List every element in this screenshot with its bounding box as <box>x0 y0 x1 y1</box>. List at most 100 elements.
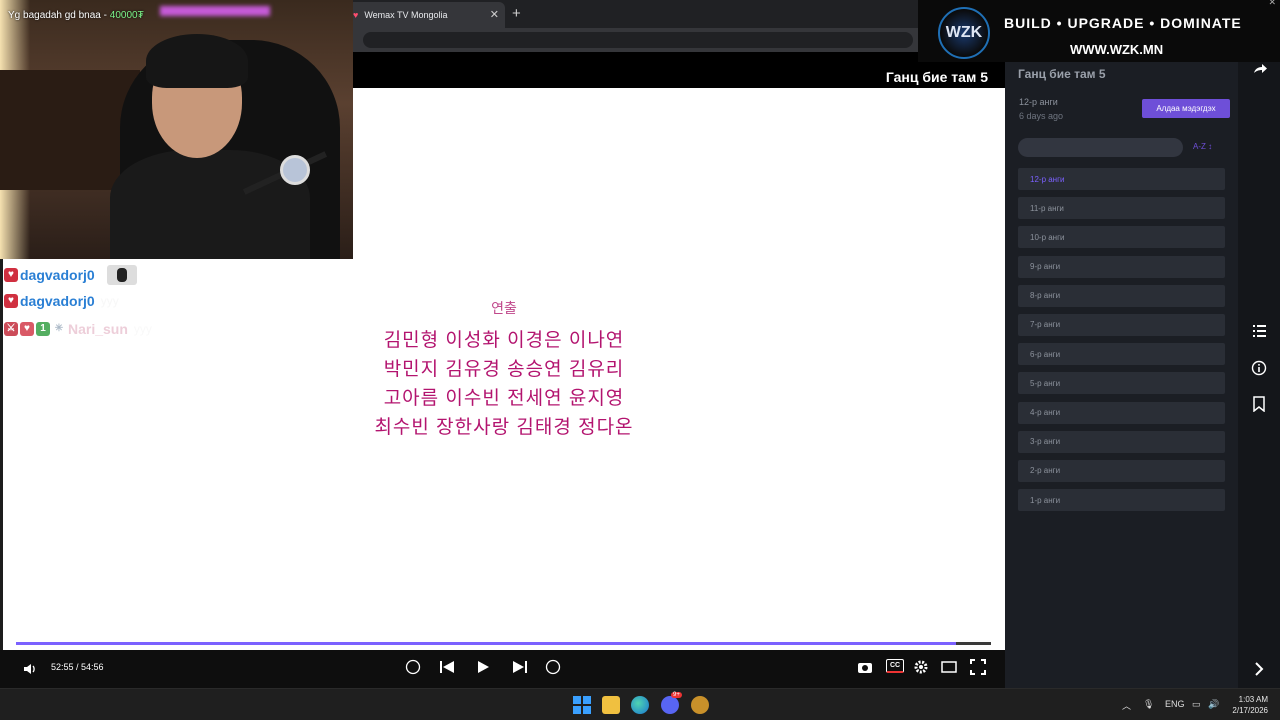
volume-icon[interactable] <box>22 661 38 677</box>
episode-item[interactable]: 8-р анги <box>1018 284 1225 307</box>
first-badge-icon: 1 <box>36 322 50 336</box>
edge-browser-icon[interactable] <box>631 696 649 714</box>
skip-back-10-icon[interactable] <box>405 659 421 675</box>
episode-item[interactable]: 7-р анги <box>1018 313 1225 336</box>
episode-item[interactable]: 2-р анги <box>1018 459 1225 482</box>
discord-icon[interactable]: 9+ <box>661 692 682 714</box>
posted-time: 6 days ago <box>1019 111 1064 121</box>
file-explorer-icon[interactable] <box>602 696 620 714</box>
chat-sticker <box>106 265 137 285</box>
webcam-microphone <box>280 155 310 185</box>
clock-time: 1:03 AM <box>1238 695 1268 704</box>
chat-text: yyy <box>100 294 119 308</box>
microphone-icon[interactable]: 🎙 <box>1143 699 1154 710</box>
banner-website: WWW.WZK.MN <box>1070 42 1164 57</box>
donation-amount: 40000₮ <box>109 10 144 21</box>
end-credits: 연출 김민형 이성화 이경은 이나연 박민지 김유경 송승연 김유리 고아름 이… <box>3 298 1005 442</box>
sponsor-banner: WZK BUILD • UPGRADE • DOMINATE WWW.WZK.M… <box>918 0 1280 62</box>
browser-tab[interactable]: ♥ Wemax TV Mongolia ✕ <box>345 2 505 28</box>
chat-message: ♥ dagvadorj0 yyy <box>4 293 119 309</box>
theater-mode-icon[interactable] <box>941 660 957 674</box>
new-tab-button[interactable]: + <box>512 5 521 22</box>
credits-line: 고아름 이수빈 전세연 윤지영 <box>383 388 625 409</box>
speaker-icon[interactable]: 🔊 <box>1208 699 1219 710</box>
chat-username: Nari_sun <box>68 321 128 337</box>
network-icon[interactable]: ▭ <box>1192 699 1201 710</box>
time-display: 52:55 / 54:56 <box>51 662 104 672</box>
chat-username: dagvadorj0 <box>20 293 95 309</box>
webcam-shelf <box>0 70 140 190</box>
windows-start-icon[interactable] <box>573 696 591 714</box>
info-icon[interactable] <box>1238 360 1280 376</box>
discord-badge: 9+ <box>671 692 682 698</box>
episode-search-input[interactable] <box>1018 138 1183 157</box>
chat-username: dagvadorj0 <box>20 267 95 283</box>
credits-line: 최수빈 장한사랑 김태경 정다온 <box>374 417 634 438</box>
episode-sidebar: Ганц бие там 5 12-р анги 6 days ago Алда… <box>1005 52 1238 688</box>
language-indicator[interactable]: ENG <box>1165 699 1185 709</box>
tab-favicon-icon: ♥ <box>353 10 359 20</box>
chevron-right-icon[interactable] <box>1238 662 1280 676</box>
current-episode-label: 12-р анги <box>1019 97 1058 107</box>
report-error-button[interactable]: Алдаа мэдэгдэх <box>1142 99 1230 118</box>
episode-item[interactable]: 4-р анги <box>1018 401 1225 424</box>
heart-badge-icon: ♥ <box>4 268 18 282</box>
skip-forward-10-icon[interactable] <box>545 659 561 675</box>
episode-item[interactable]: 9-р анги <box>1018 255 1225 278</box>
previous-episode-icon[interactable] <box>439 660 455 674</box>
screenshot-camera-icon[interactable] <box>857 660 873 674</box>
tray-chevron-up-icon[interactable]: ︿ <box>1122 699 1131 712</box>
progress-bar[interactable] <box>16 642 991 645</box>
episode-item[interactable]: 6-р анги <box>1018 343 1225 366</box>
episode-item[interactable]: 5-р анги <box>1018 372 1225 395</box>
streamer-webcam: Yg bagadah gd bnaa - 40000₮ <box>0 0 353 259</box>
webcam-person-hair <box>146 34 248 88</box>
windows-taskbar: 9+ ︿ 🎙 ENG ▭ 🔊 1:03 AM 2/17/2026 <box>0 688 1280 720</box>
episode-title: Ганц бие там 5 <box>885 69 988 85</box>
sword-badge-icon: ⚔ <box>4 322 18 336</box>
settings-gear-icon[interactable] <box>913 659 929 675</box>
address-bar[interactable] <box>353 28 918 52</box>
star-badge-icon: ✳ <box>54 323 64 334</box>
cc-button[interactable]: CC <box>886 659 904 673</box>
next-episode-icon[interactable] <box>512 660 528 674</box>
episode-list: 12-р анги 11-р анги 10-р анги 9-р анги 8… <box>1018 168 1225 518</box>
share-icon[interactable] <box>1238 62 1280 76</box>
donation-caption: Yg bagadah gd bnaa - 40000₮ <box>8 10 144 21</box>
episode-item[interactable]: 10-р анги <box>1018 226 1225 249</box>
episode-item[interactable]: 3-р анги <box>1018 430 1225 453</box>
fullscreen-icon[interactable] <box>970 659 986 675</box>
wzk-logo: WZK <box>938 7 990 59</box>
player-header: Ганц бие там 5 <box>353 52 1005 88</box>
episode-list-icon[interactable] <box>1238 324 1280 338</box>
player-controls: 52:55 / 54:56 CC <box>0 650 1005 688</box>
right-rail <box>1238 52 1280 688</box>
sort-button[interactable]: A-Z ↕ <box>1193 142 1212 151</box>
heart-badge-icon: ♥ <box>20 322 34 336</box>
chat-message: ♥ dagvadorj0 <box>4 265 137 285</box>
chat-message: ⚔ ♥ 1 ✳ Nari_sun yyy <box>4 321 152 337</box>
play-icon[interactable] <box>476 660 490 674</box>
chat-text: yyy <box>133 322 152 336</box>
banner-slogan: BUILD • UPGRADE • DOMINATE <box>1004 15 1242 31</box>
url-input[interactable] <box>363 32 913 48</box>
sidebar-title: Ганц бие там 5 <box>1018 67 1106 81</box>
progress-fill <box>16 642 956 645</box>
credits-role: 연출 <box>491 300 517 316</box>
credits-line: 김민형 이성화 이경은 이나연 <box>383 330 625 351</box>
episode-item[interactable]: 12-р анги <box>1018 168 1225 190</box>
episode-item[interactable]: 11-р анги <box>1018 197 1225 220</box>
system-clock[interactable]: 1:03 AM 2/17/2026 <box>1228 694 1268 716</box>
heart-badge-icon: ♥ <box>4 294 18 308</box>
clock-date: 2/17/2026 <box>1232 706 1268 715</box>
bookmark-icon[interactable] <box>1238 396 1280 412</box>
banner-close-icon: ✕ <box>1268 0 1276 7</box>
tab-title: Wemax TV Mongolia <box>364 10 448 20</box>
credits-line: 박민지 김유경 송승연 김유리 <box>383 359 625 380</box>
app-icon[interactable] <box>691 696 709 714</box>
webcam-led-light <box>160 6 270 16</box>
screen: ♥ Wemax TV Mongolia ✕ + Ганц бие там 5 연… <box>0 0 1280 720</box>
tab-close-icon[interactable]: ✕ <box>490 8 499 21</box>
donation-text: Yg bagadah gd bnaa - <box>8 10 110 21</box>
episode-item[interactable]: 1-р анги <box>1018 489 1225 512</box>
